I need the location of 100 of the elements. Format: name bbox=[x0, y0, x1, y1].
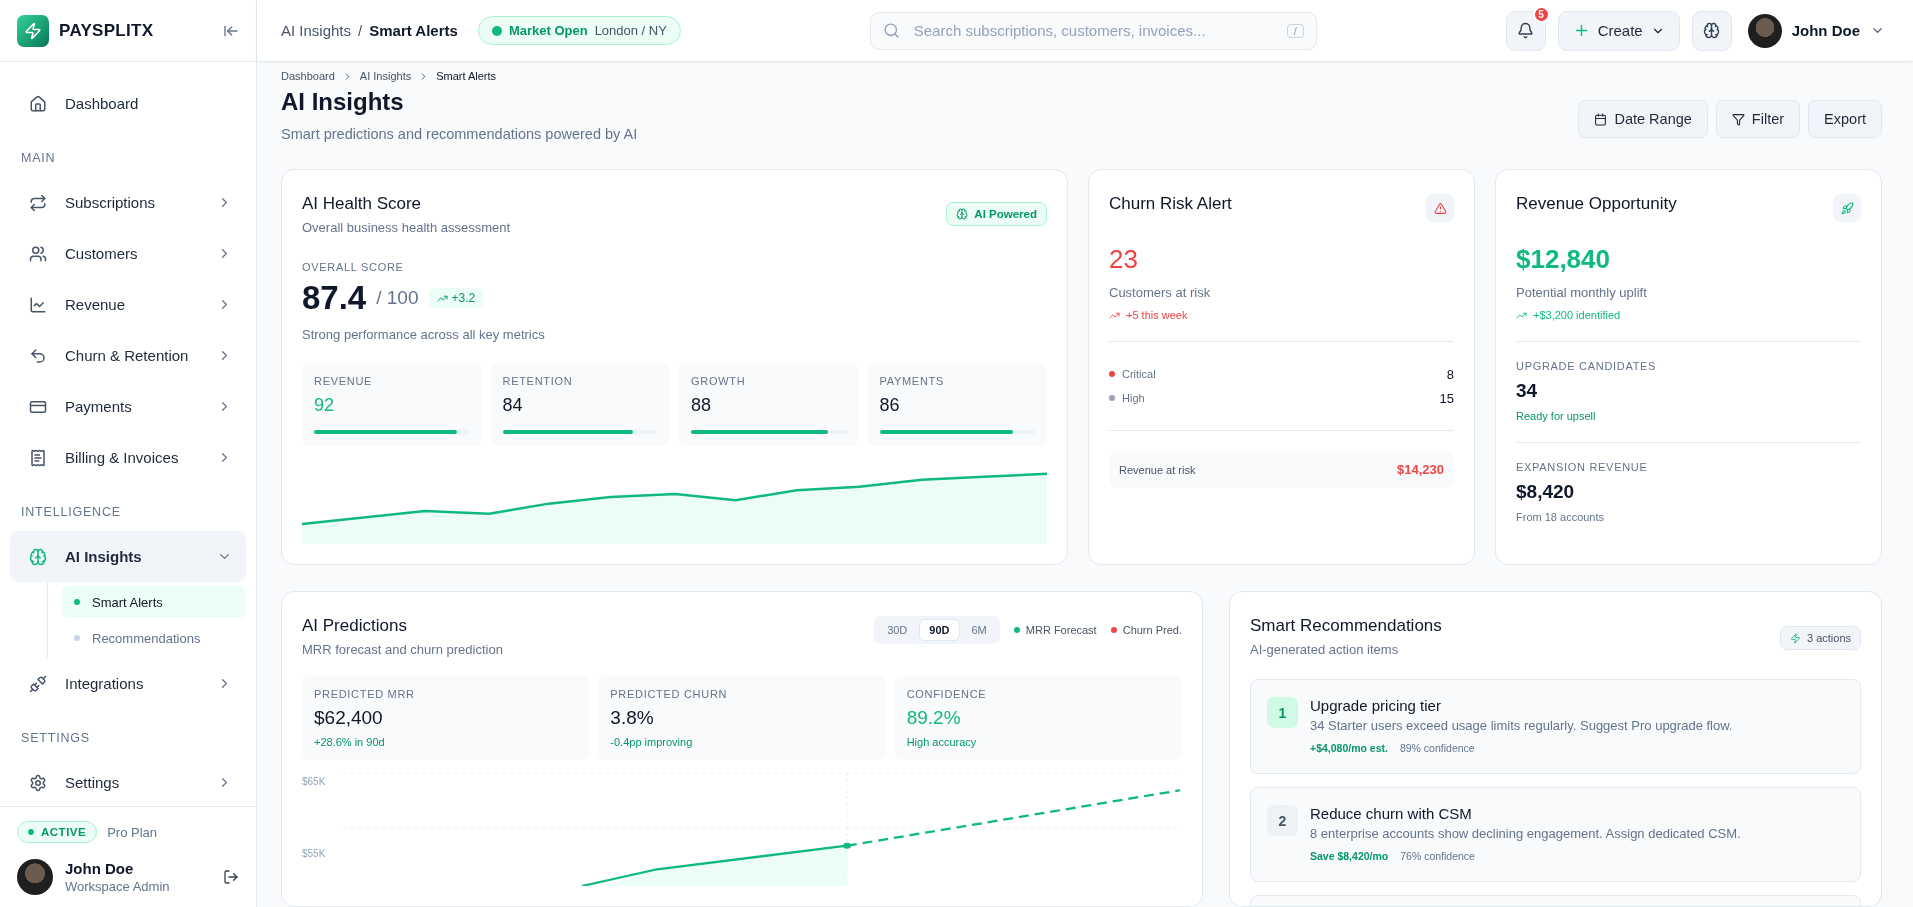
toolbar-button[interactable]: Export bbox=[1808, 100, 1882, 138]
logo-icon bbox=[17, 14, 49, 47]
plan-name: Pro Plan bbox=[107, 824, 158, 840]
actions-badge: 3 actions bbox=[1779, 626, 1861, 650]
recommendation-title: Reduce churn with CSM bbox=[1310, 805, 1473, 822]
logout-icon[interactable] bbox=[223, 869, 239, 885]
search-icon bbox=[882, 22, 900, 39]
impact-estimate: Save $8,420/mo bbox=[1310, 850, 1389, 862]
card-subtitle: MRR forecast and churn prediction bbox=[302, 642, 503, 657]
confidence-label: 76% confidence bbox=[1400, 850, 1475, 862]
range-button[interactable]: 90D bbox=[919, 619, 960, 641]
legend-label: Churn Pred. bbox=[1122, 624, 1182, 636]
users-icon bbox=[29, 244, 47, 263]
card-title: Revenue Opportunity bbox=[1516, 194, 1677, 214]
card-title: AI Health Score bbox=[302, 194, 423, 214]
opportunity-caption: Potential monthly uplift bbox=[1516, 285, 1648, 300]
avatar bbox=[17, 859, 53, 895]
stat-note: -0.4pp improving bbox=[610, 736, 694, 748]
create-button[interactable]: Create bbox=[1557, 10, 1680, 51]
avatar bbox=[1747, 13, 1782, 48]
section-note: From 18 accounts bbox=[1516, 511, 1606, 523]
user-menu[interactable]: John Doe bbox=[1743, 13, 1889, 48]
user-name: John Doe bbox=[65, 860, 135, 877]
nav-subitem[interactable]: Smart Alerts bbox=[62, 586, 246, 618]
risk-level: Critical bbox=[1122, 368, 1156, 380]
nav-item[interactable]: Integrations bbox=[10, 658, 246, 709]
toolbar-button[interactable]: Filter bbox=[1715, 100, 1801, 138]
filter-icon bbox=[1731, 112, 1745, 126]
card-title: AI Predictions bbox=[302, 616, 408, 636]
section-label: UPGRADE CANDIDATES bbox=[1516, 360, 1658, 372]
section-title: SETTINGS bbox=[20, 730, 91, 747]
range-button[interactable]: 30D bbox=[877, 619, 918, 641]
brain-icon bbox=[1703, 22, 1721, 39]
nav-subitem[interactable]: Recommendations bbox=[62, 622, 246, 654]
recommendation-card[interactable]: 1 Upgrade pricing tier 34 Starter users exceed usage limits regularly. Suggest Pro upgrade flow. +$4,080/mo est. 89% confidence bbox=[1250, 679, 1861, 774]
section-title: INTELLIGENCE bbox=[20, 504, 122, 521]
stat-label: CONFIDENCE bbox=[906, 688, 988, 700]
section-value: 34 bbox=[1516, 380, 1539, 402]
recommendation-card[interactable]: 2 Reduce churn with CSM 8 enterprise accounts show declining engagement. Assign dedicated CSM. Save $8,420/mo 76% confidence bbox=[1250, 787, 1861, 882]
page-title: AI Insights bbox=[281, 88, 405, 116]
score-value: 87.4 bbox=[302, 279, 367, 317]
repeat-icon bbox=[29, 193, 47, 212]
nav-item[interactable]: Payments bbox=[10, 381, 246, 432]
notification-count: 5 bbox=[1532, 5, 1550, 23]
alert-icon bbox=[1426, 194, 1454, 222]
step-number: 2 bbox=[1267, 805, 1298, 836]
metric-value: 84 bbox=[502, 395, 524, 416]
shortcut-key: / bbox=[1286, 23, 1304, 38]
market-status: Market Open London / NY bbox=[477, 16, 681, 45]
axis-label: $65K bbox=[302, 776, 326, 787]
recommendation-description: 34 Starter users exceed usage limits regularly. Suggest Pro upgrade flow. bbox=[1310, 718, 1733, 733]
plug-icon bbox=[29, 674, 47, 693]
axis-label: $55K bbox=[302, 848, 326, 859]
toolbar-button[interactable]: Date Range bbox=[1578, 100, 1708, 138]
nav-item[interactable]: Churn & Retention bbox=[10, 330, 246, 381]
nav-item[interactable]: Settings bbox=[10, 757, 246, 806]
breadcrumb-item[interactable]: Dashboard bbox=[281, 70, 335, 82]
nav-item[interactable]: Customers bbox=[10, 228, 246, 279]
bell-icon bbox=[1517, 22, 1535, 39]
nav-item[interactable]: Dashboard bbox=[10, 78, 246, 129]
section-value: $8,420 bbox=[1516, 481, 1576, 503]
recommendation-description: 8 enterprise accounts show declining engagement. Assign dedicated CSM. bbox=[1310, 826, 1741, 841]
user-role: Workspace Admin bbox=[65, 879, 171, 894]
nav-item[interactable]: Revenue bbox=[10, 279, 246, 330]
breadcrumb-item[interactable]: AI Insights bbox=[359, 70, 412, 82]
metric-value: 88 bbox=[691, 395, 713, 416]
score-max: / 100 bbox=[376, 287, 419, 309]
status-badge: ACTIVE bbox=[17, 821, 98, 843]
stat-note: +28.6% in 90d bbox=[314, 736, 386, 748]
stat-value: 3.8% bbox=[610, 707, 655, 729]
breadcrumb-separator: / bbox=[358, 22, 363, 39]
search-input[interactable]: Search subscriptions, customers, invoices... bbox=[911, 21, 1275, 40]
stat-value: 89.2% bbox=[906, 707, 962, 729]
ai-badge: AI Powered bbox=[946, 202, 1047, 226]
risk-count: 23 bbox=[1109, 244, 1139, 275]
breadcrumb-item: Smart Alerts bbox=[436, 70, 497, 82]
breadcrumb-item[interactable]: AI Insights bbox=[281, 22, 352, 39]
card-title: Churn Risk Alert bbox=[1109, 194, 1232, 214]
risk-level-count: 15 bbox=[1439, 390, 1454, 406]
nav-item[interactable]: AI Insights bbox=[10, 531, 246, 582]
card-subtitle: Overall business health assessment bbox=[302, 220, 511, 235]
confidence-label: 89% confidence bbox=[1399, 742, 1475, 754]
nav-item[interactable]: Subscriptions bbox=[10, 177, 246, 228]
calendar-icon bbox=[1594, 112, 1608, 126]
step-number: 1 bbox=[1267, 697, 1298, 728]
undo-arrow-icon bbox=[29, 346, 47, 365]
score-note: Strong performance across all key metrics bbox=[302, 327, 546, 342]
opportunity-value: $12,840 bbox=[1516, 244, 1611, 275]
delta-badge: +3.2 bbox=[428, 288, 484, 308]
nav-item[interactable]: Billing & Invoices bbox=[10, 432, 246, 483]
section-label: EXPANSION REVENUE bbox=[1516, 461, 1649, 473]
rocket-icon bbox=[1833, 194, 1861, 222]
risk-caption: Customers at risk bbox=[1109, 285, 1212, 300]
brain-icon bbox=[29, 547, 47, 566]
notifications-button[interactable]: 5 bbox=[1505, 10, 1546, 51]
metric-value: 92 bbox=[314, 395, 336, 416]
stat-label: PREDICTED CHURN bbox=[610, 688, 729, 700]
metric-label: RETENTION bbox=[502, 375, 574, 387]
ai-button[interactable] bbox=[1691, 10, 1732, 51]
range-button[interactable]: 6M bbox=[961, 619, 997, 641]
